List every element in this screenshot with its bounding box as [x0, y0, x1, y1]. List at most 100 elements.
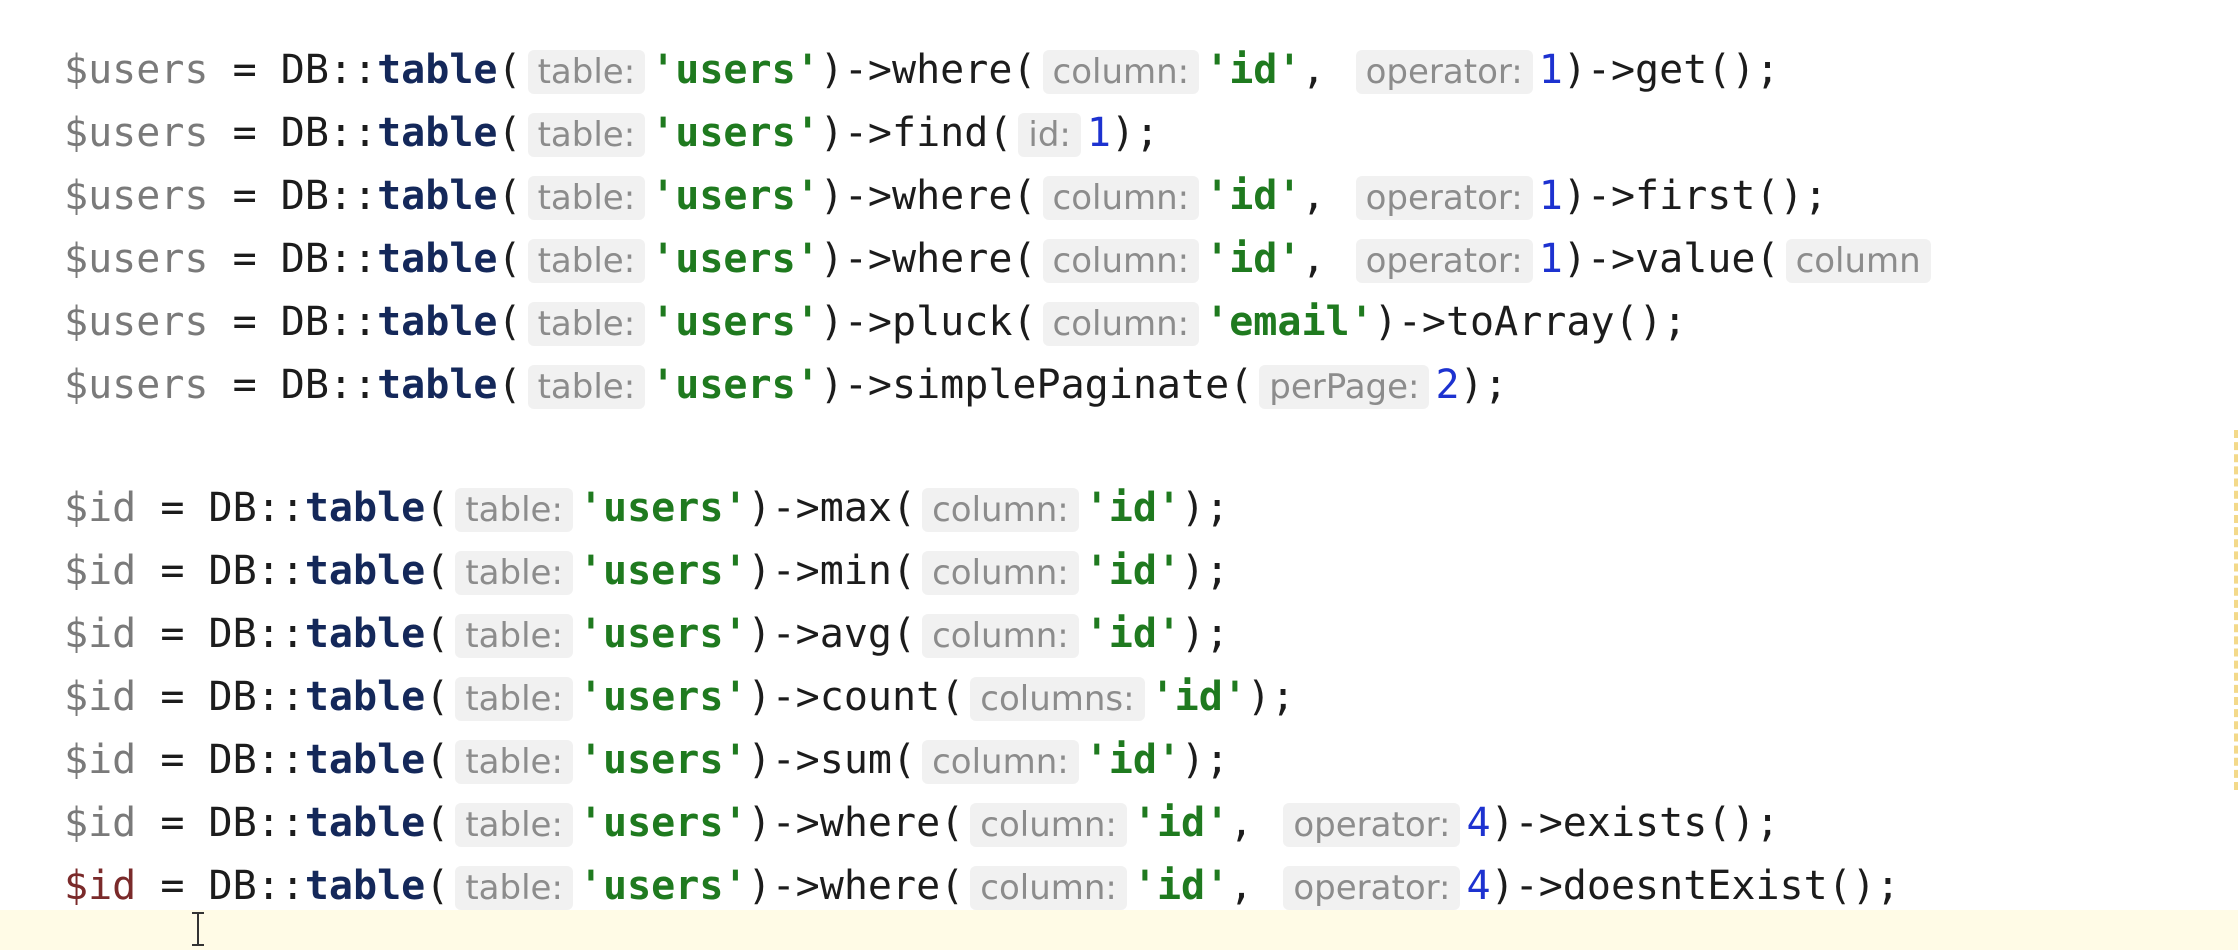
parameter-hint: column:	[1042, 239, 1200, 283]
parameter-hint: column:	[922, 488, 1079, 532]
code-token: $id	[64, 674, 137, 720]
parameter-hint: table:	[455, 740, 573, 784]
code-token: DB::	[280, 173, 378, 219]
code-token: =	[136, 611, 209, 657]
code-line[interactable]: $users = DB::table(table:'users')->where…	[64, 42, 1780, 98]
code-token: DB::	[280, 110, 378, 156]
code-token: );	[1181, 611, 1230, 657]
parameter-hint: table:	[527, 50, 646, 94]
parameter-hint: column:	[1042, 302, 1200, 346]
code-token: DB::	[208, 485, 305, 531]
code-token: )->get();	[1562, 47, 1780, 93]
code-token: =	[136, 674, 209, 720]
code-token: DB::	[280, 299, 378, 345]
code-token: $id	[64, 800, 137, 846]
code-token: (	[425, 674, 450, 720]
code-token: (	[497, 299, 522, 345]
code-token: (	[425, 611, 450, 657]
code-token: )->where(	[819, 47, 1037, 93]
code-token: $id	[64, 485, 137, 531]
code-token: (	[425, 548, 450, 594]
code-token: =	[208, 173, 281, 219]
code-token: =	[136, 548, 209, 594]
code-line[interactable]: $users = DB::table(table:'users')->pluck…	[64, 294, 1687, 350]
code-token: ,	[1229, 800, 1278, 846]
code-line[interactable]: $users = DB::table(table:'users')->find(…	[64, 105, 1159, 161]
code-token: )->min(	[747, 548, 917, 594]
code-token: table	[377, 110, 498, 156]
code-token: 'email'	[1205, 299, 1374, 345]
code-token: )->find(	[819, 110, 1013, 156]
code-token: $id	[64, 737, 137, 783]
code-line[interactable]: $users = DB::table(table:'users')->where…	[64, 168, 1828, 224]
code-line[interactable]: $id = DB::table(table:'users')->where(co…	[64, 858, 1900, 914]
code-token: =	[208, 236, 281, 282]
parameter-hint: operator:	[1355, 50, 1533, 94]
code-line[interactable]: $id = DB::table(table:'users')->min(colu…	[64, 543, 1229, 599]
code-token: 4	[1466, 863, 1491, 909]
parameter-hint: table:	[527, 176, 646, 220]
parameter-hint: column:	[922, 740, 1079, 784]
code-token: table	[377, 362, 498, 408]
code-line[interactable]: $id = DB::table(table:'users')->sum(colu…	[64, 732, 1229, 788]
code-token: 'id'	[1150, 674, 1247, 720]
code-token: (	[497, 47, 522, 93]
parameter-hint: id:	[1018, 113, 1081, 157]
parameter-hint: column:	[970, 866, 1127, 910]
code-token: )->avg(	[747, 611, 917, 657]
parameter-hint: table:	[455, 488, 573, 532]
code-token: =	[136, 737, 209, 783]
code-token: table	[377, 236, 498, 282]
code-line[interactable]: $id = DB::table(table:'users')->where(co…	[64, 795, 1780, 851]
code-token: =	[136, 485, 209, 531]
code-token: table	[304, 674, 426, 720]
parameter-hint: table:	[527, 302, 646, 346]
code-token: 4	[1466, 800, 1491, 846]
code-token: 'users'	[651, 173, 820, 219]
code-token: table	[377, 173, 498, 219]
code-line[interactable]: $users = DB::table(table:'users')->where…	[64, 231, 1937, 287]
code-token: DB::	[280, 47, 378, 93]
code-token: 1	[1538, 47, 1563, 93]
code-token: =	[208, 299, 281, 345]
code-line[interactable]: $users = DB::table(table:'users')->simpl…	[64, 357, 1508, 413]
code-token: DB::	[208, 611, 305, 657]
code-token: DB::	[208, 800, 305, 846]
code-token: );	[1181, 737, 1230, 783]
code-token: 'users'	[651, 362, 820, 408]
code-token: (	[425, 485, 450, 531]
code-token: 'users'	[578, 611, 748, 657]
parameter-hint: table:	[527, 239, 646, 283]
scrollbar-markers[interactable]	[2228, 430, 2238, 790]
code-token: table	[304, 737, 426, 783]
code-line[interactable]: $id = DB::table(table:'users')->avg(colu…	[64, 606, 1229, 662]
code-token: $users	[64, 362, 209, 408]
code-editor[interactable]: $users = DB::table(table:'users')->where…	[0, 0, 2238, 950]
code-token: 'users'	[651, 299, 820, 345]
code-token: table	[304, 863, 426, 909]
code-token: 'users'	[578, 674, 748, 720]
parameter-hint: operator:	[1283, 866, 1461, 910]
parameter-hint: column	[1785, 239, 1931, 283]
code-token: (	[497, 362, 522, 408]
code-line[interactable]: $id = DB::table(table:'users')->max(colu…	[64, 480, 1229, 536]
parameter-hint: column:	[922, 614, 1079, 658]
code-token: $users	[64, 47, 209, 93]
code-token: )->where(	[819, 173, 1037, 219]
code-token: 'users'	[651, 47, 820, 93]
code-token: table	[304, 548, 426, 594]
code-token: $users	[64, 236, 209, 282]
parameter-hint: table:	[455, 866, 573, 910]
code-token: 'id'	[1205, 173, 1302, 219]
code-token: DB::	[280, 236, 378, 282]
code-token: );	[1181, 485, 1230, 531]
code-token: )->first();	[1562, 173, 1828, 219]
code-token: DB::	[208, 863, 305, 909]
code-token: $id	[64, 548, 137, 594]
code-token: 'id'	[1205, 47, 1302, 93]
parameter-hint: table:	[455, 551, 573, 595]
code-token: ,	[1301, 173, 1350, 219]
parameter-hint: column:	[1042, 176, 1200, 220]
code-token: (	[425, 863, 450, 909]
code-line[interactable]: $id = DB::table(table:'users')->count(co…	[64, 669, 1295, 725]
